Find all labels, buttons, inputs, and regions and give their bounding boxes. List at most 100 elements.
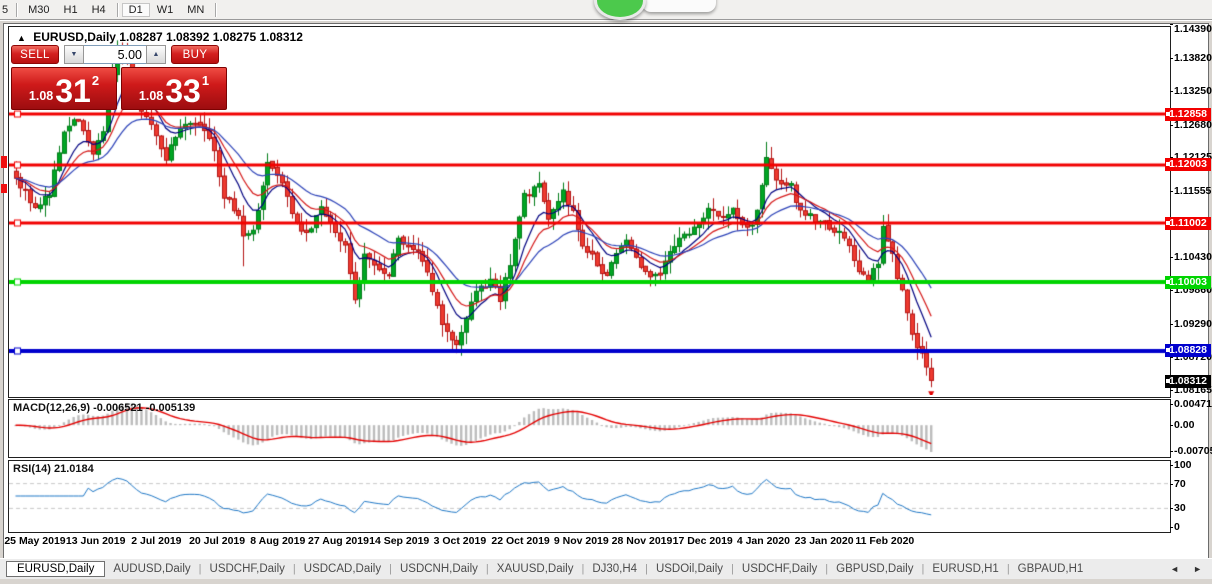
date-tick: 13 Jun 2019 [65, 535, 126, 547]
tab-gbpaud-h1[interactable]: GBPAUD,H1 [1010, 561, 1092, 577]
volume-down-icon[interactable]: ▼ [64, 45, 84, 64]
tab-eurusd-daily[interactable]: EURUSD,Daily [6, 561, 106, 577]
price-tick: 1.10430 [1174, 250, 1212, 263]
axis-tick-dash [1170, 57, 1173, 59]
date-tick: 28 Nov 2019 [611, 535, 673, 547]
chart-tab-bar: EURUSD,Daily AUDUSD,Daily | USDCHF,Daily | US… [0, 558, 1212, 580]
status-strip [0, 579, 1212, 584]
rsi-label: RSI(14) 21.0184 [13, 463, 94, 475]
sell-price-prefix: 1.08 [28, 89, 54, 103]
macd-label: MACD(12,26,9) -0.006521 -0.005139 [13, 402, 196, 414]
overlay-pill[interactable] [642, 0, 716, 12]
axis-tick-dash [1170, 527, 1173, 528]
buy-price-pip: 1 [201, 73, 210, 88]
date-tick: 25 May 2019 [4, 535, 66, 547]
timeframe-buttons: M30 H1 H4 D1 W1 MN [21, 2, 211, 17]
axis-tick-dash [1170, 508, 1173, 510]
chart-window: ▲ EURUSD,Daily 1.08287 1.08392 1.08275 1… [3, 23, 1212, 559]
title-close: 1.08312 [259, 30, 303, 44]
axis-tick-dash [1170, 124, 1173, 126]
timeframe-d1[interactable]: D1 [121, 2, 150, 17]
sell-price-big: 31 [55, 73, 91, 109]
axis-tick-dash [1170, 425, 1173, 427]
badge-handle [1166, 220, 1170, 225]
badge-handle [1166, 348, 1170, 353]
title-low: 1.08275 [212, 30, 257, 44]
rsi-scale-tick: 30 [1174, 502, 1186, 515]
price-tick: 1.11555 [1174, 184, 1212, 197]
volume-input[interactable] [84, 45, 146, 64]
axis-tick-dash [1170, 451, 1173, 452]
tab-usdoil-daily[interactable]: USDOil,Daily [648, 561, 731, 577]
title-high: 1.08392 [166, 30, 210, 44]
chart-title: ▲ EURUSD,Daily 1.08287 1.08392 1.08275 1… [17, 30, 303, 44]
sell-button[interactable]: SELL [11, 45, 59, 64]
volume-up-icon[interactable]: ▲ [146, 45, 166, 64]
timeframe-h4[interactable]: H4 [85, 3, 113, 17]
tab-scroll-left-icon[interactable]: ◄ [1170, 564, 1179, 574]
price-tick: 1.14390 [1174, 23, 1212, 35]
macd-scale-bottom: -0.007056 [1174, 445, 1212, 457]
buy-button[interactable]: BUY [171, 45, 219, 64]
rsi-scale-tick: 100 [1174, 459, 1192, 471]
price-tick: 1.13250 [1174, 85, 1212, 98]
price-tick: 1.09290 [1174, 317, 1212, 330]
date-tick: 4 Jan 2020 [736, 535, 790, 547]
axis-tick-dash [1170, 465, 1173, 466]
sell-price-box[interactable]: 1.08 31 2 [11, 67, 117, 110]
price-axis: 1.143901.138201.132501.126801.121251.115… [1165, 23, 1212, 558]
date-tick: 3 Oct 2019 [433, 535, 487, 547]
timeframe-w1[interactable]: W1 [150, 3, 181, 17]
axis-tick-dash [1170, 483, 1173, 485]
tab-xauusd-daily[interactable]: XAUUSD,Daily [489, 561, 582, 577]
title-symbol: EURUSD,Daily [33, 30, 116, 44]
badge-handle [1166, 162, 1170, 167]
badge-handle [1166, 378, 1170, 383]
date-tick: 2 Jul 2019 [131, 535, 182, 547]
timeframe-h1[interactable]: H1 [57, 3, 85, 17]
rsi-scale-tick: 70 [1174, 477, 1186, 490]
tab-gbpusd-daily[interactable]: GBPUSD,Daily [828, 561, 921, 577]
macd-scale-zero: 0.00 [1174, 419, 1195, 432]
level-price-badge: 1.12003 [1165, 158, 1211, 172]
toolbar-separator [215, 2, 217, 17]
macd-scale-top: 0.004713 [1174, 398, 1212, 410]
tab-usdcnh-daily[interactable]: USDCNH,Daily [392, 561, 486, 577]
last-price-badge: 1.08312 [1165, 374, 1211, 388]
toolbar-separator [116, 2, 118, 17]
buy-price-big: 33 [165, 73, 201, 109]
buy-price-box[interactable]: 1.08 33 1 [121, 67, 227, 110]
date-tick: 22 Oct 2019 [491, 535, 550, 547]
tab-audusd-daily[interactable]: AUDUSD,Daily [105, 561, 198, 577]
timeframe-mn[interactable]: MN [180, 3, 211, 17]
date-tick: 14 Sep 2019 [369, 535, 430, 547]
date-tick: 23 Jan 2020 [794, 535, 854, 547]
axis-tick-dash [1170, 190, 1173, 192]
rsi-value: 21.0184 [53, 463, 94, 475]
macd-signal-value: -0.005139 [145, 402, 196, 414]
date-tick: 27 Aug 2019 [308, 535, 369, 547]
tab-usdchf-daily[interactable]: USDCHF,Daily [202, 561, 293, 577]
timeframe-m30[interactable]: M30 [21, 3, 56, 17]
rsi-scale-tick: 0 [1174, 521, 1180, 533]
one-click-trade-panel: SELL ▼ ▲ BUY 1.08 31 2 1.08 33 1 [11, 45, 231, 110]
rsi-canvas[interactable] [9, 461, 1168, 530]
tab-scroll-right-icon[interactable]: ► [1193, 564, 1202, 574]
date-tick: 17 Dec 2019 [672, 535, 733, 547]
tab-dj30-h4[interactable]: DJ30,H4 [584, 561, 645, 577]
level-price-badge: 1.08828 [1165, 344, 1211, 358]
price-tick: 1.13820 [1174, 51, 1212, 64]
axis-tick-dash [1170, 404, 1173, 405]
axis-tick-dash [1170, 389, 1173, 391]
macd-main-value: -0.006521 [93, 402, 143, 414]
date-axis: 25 May 2019 13 Jun 2019 2 Jul 2019 20 Jul 2… [4, 535, 1169, 551]
date-tick: 9 Nov 2019 [553, 535, 609, 547]
tab-usdcad-daily[interactable]: USDCAD,Daily [296, 561, 389, 577]
date-tick: 8 Aug 2019 [250, 535, 306, 547]
tab-eurusd-h1[interactable]: EURUSD,H1 [924, 561, 1006, 577]
volume-stepper: ▼ ▲ [64, 45, 166, 64]
line-anchor-mark [1, 184, 7, 193]
sell-price-pip: 2 [91, 73, 100, 88]
tab-usdchf-daily[interactable]: USDCHF,Daily [734, 561, 825, 577]
toolbar-separator [16, 2, 18, 17]
